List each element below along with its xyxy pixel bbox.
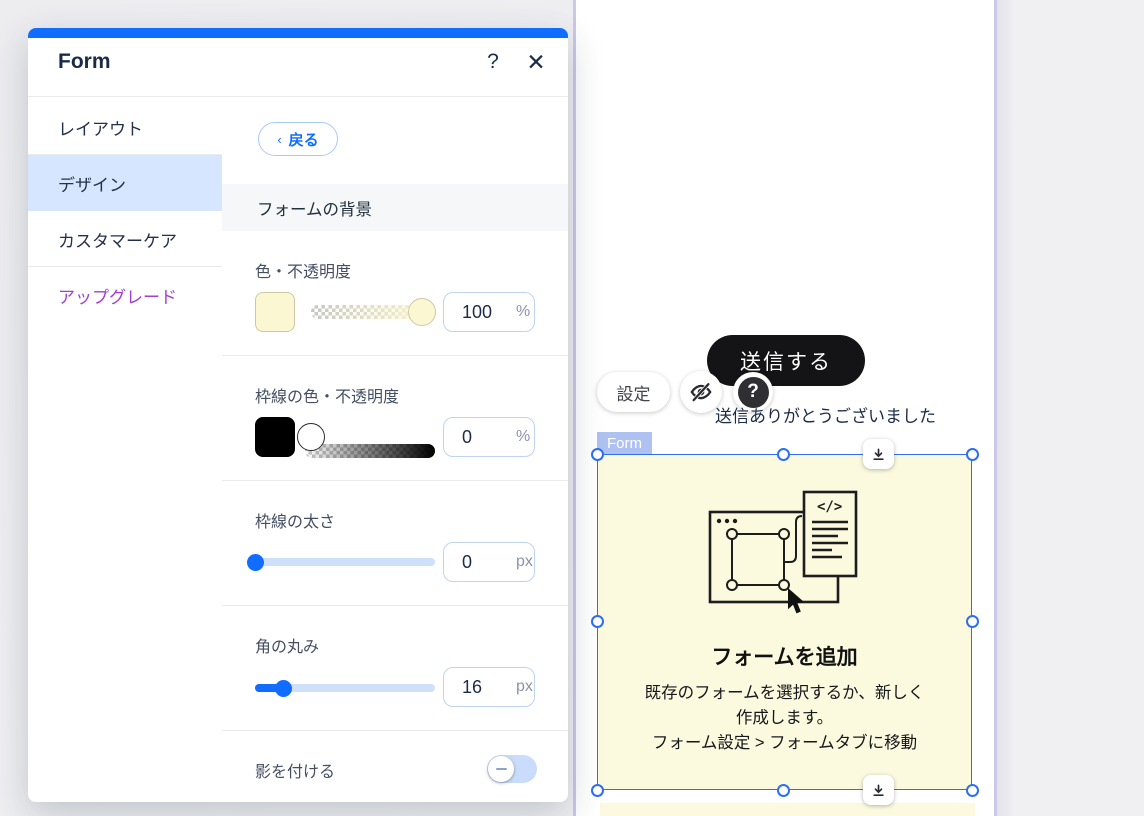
fill-opacity-slider-thumb[interactable]	[408, 298, 436, 326]
tab-label: レイアウト	[58, 119, 143, 139]
border-opacity-field: %	[443, 417, 535, 457]
fill-color-swatch[interactable]	[255, 292, 295, 332]
border-opacity-input[interactable]	[460, 425, 516, 449]
add-form-illustration: </>	[700, 484, 870, 629]
form-placeholder[interactable]: </> フォームを追加 既存のフォームを選択するか、新しく 作成します。 フォー…	[597, 454, 972, 790]
border-width-input[interactable]	[460, 550, 516, 574]
section-divider	[222, 730, 568, 731]
fill-opacity-unit: %	[516, 303, 531, 320]
thank-you-text: 送信ありがとうございました	[715, 407, 936, 426]
shadow-label: 影を付ける	[255, 764, 336, 781]
border-width-unit: px	[516, 553, 533, 570]
panel-title: Form	[58, 50, 111, 73]
tab-design[interactable]: デザイン	[28, 155, 222, 211]
tab-layout[interactable]: レイアウト	[28, 99, 222, 155]
editor-root: 送信する 設定 ? 送信ありがとうございました Form </> フォームを追加…	[0, 0, 1144, 816]
stage-gutter	[997, 0, 1144, 816]
header-divider	[28, 96, 568, 97]
tab-label: カスタマーケア	[58, 231, 177, 251]
shadow-toggle[interactable]	[487, 755, 537, 783]
section-divider	[222, 480, 568, 481]
chevron-left-icon: ‹	[277, 131, 282, 147]
settings-button[interactable]: 設定	[597, 372, 670, 412]
corner-radius-label: 角の丸み	[255, 639, 320, 656]
stretch-icon	[871, 783, 886, 798]
element-tag: Form	[597, 432, 652, 454]
fill-opacity-label: 色・不透明度	[255, 264, 352, 281]
border-color-swatch[interactable]	[255, 417, 295, 457]
back-button[interactable]: ‹ 戻る	[258, 122, 338, 156]
handle-bottom-right[interactable]	[966, 784, 979, 797]
border-width-label: 枠線の太さ	[255, 514, 336, 531]
section-divider	[222, 605, 568, 606]
corner-radius-field: px	[443, 667, 535, 707]
handle-middle-left[interactable]	[591, 615, 604, 628]
settings-button-label: 設定	[616, 384, 651, 404]
stretch-top-button[interactable]	[863, 439, 894, 469]
next-form-element[interactable]	[600, 803, 975, 816]
submit-button[interactable]: 送信する	[707, 335, 865, 386]
back-button-label: 戻る	[288, 131, 319, 149]
section-divider	[222, 355, 568, 356]
border-opacity-slider[interactable]	[305, 444, 435, 458]
handle-top-right[interactable]	[966, 448, 979, 461]
panel-accent-bar	[28, 28, 568, 38]
code-glyph: </>	[817, 499, 842, 515]
border-opacity-slider-thumb[interactable]	[297, 423, 325, 451]
handle-bottom-center[interactable]	[777, 784, 790, 797]
tab-label: デザイン	[58, 175, 126, 195]
handle-top-center[interactable]	[777, 448, 790, 461]
corner-radius-input[interactable]	[460, 675, 516, 699]
page-guide-left	[573, 0, 576, 816]
element-tag-label: Form	[607, 434, 642, 452]
placeholder-line2: 作成します。	[735, 709, 834, 727]
placeholder-line3: フォーム設定 > フォームタブに移動	[651, 734, 918, 752]
fill-opacity-input[interactable]	[460, 300, 516, 324]
handle-middle-right[interactable]	[966, 615, 979, 628]
eye-off-icon	[688, 379, 714, 405]
border-width-field: px	[443, 542, 535, 582]
stretch-icon	[871, 447, 886, 462]
border-opacity-unit: %	[516, 428, 531, 445]
tab-label: アップグレード	[58, 287, 177, 307]
corner-radius-unit: px	[516, 678, 533, 695]
close-icon[interactable]: ✕	[524, 49, 548, 76]
handle-top-left[interactable]	[591, 448, 604, 461]
border-opacity-label: 枠線の色・不透明度	[255, 389, 400, 406]
panel-help-icon[interactable]: ?	[481, 50, 505, 74]
border-width-slider-thumb[interactable]	[247, 554, 264, 571]
shadow-toggle-thumb	[488, 756, 514, 782]
section-header-label: フォームの背景	[257, 200, 373, 219]
submit-button-label: 送信する	[740, 350, 832, 374]
tab-upgrade[interactable]: アップグレード	[28, 267, 222, 323]
fill-opacity-field: %	[443, 292, 535, 332]
corner-radius-slider-thumb[interactable]	[275, 680, 292, 697]
tab-customer-care[interactable]: カスタマーケア	[28, 211, 222, 267]
placeholder-title: フォームを追加	[711, 646, 858, 669]
placeholder-line1: 既存のフォームを選択するか、新しく	[644, 684, 925, 702]
stretch-bottom-button[interactable]	[863, 775, 894, 805]
border-width-slider[interactable]	[255, 558, 435, 566]
section-header: フォームの背景	[222, 184, 568, 231]
handle-bottom-left[interactable]	[591, 784, 604, 797]
